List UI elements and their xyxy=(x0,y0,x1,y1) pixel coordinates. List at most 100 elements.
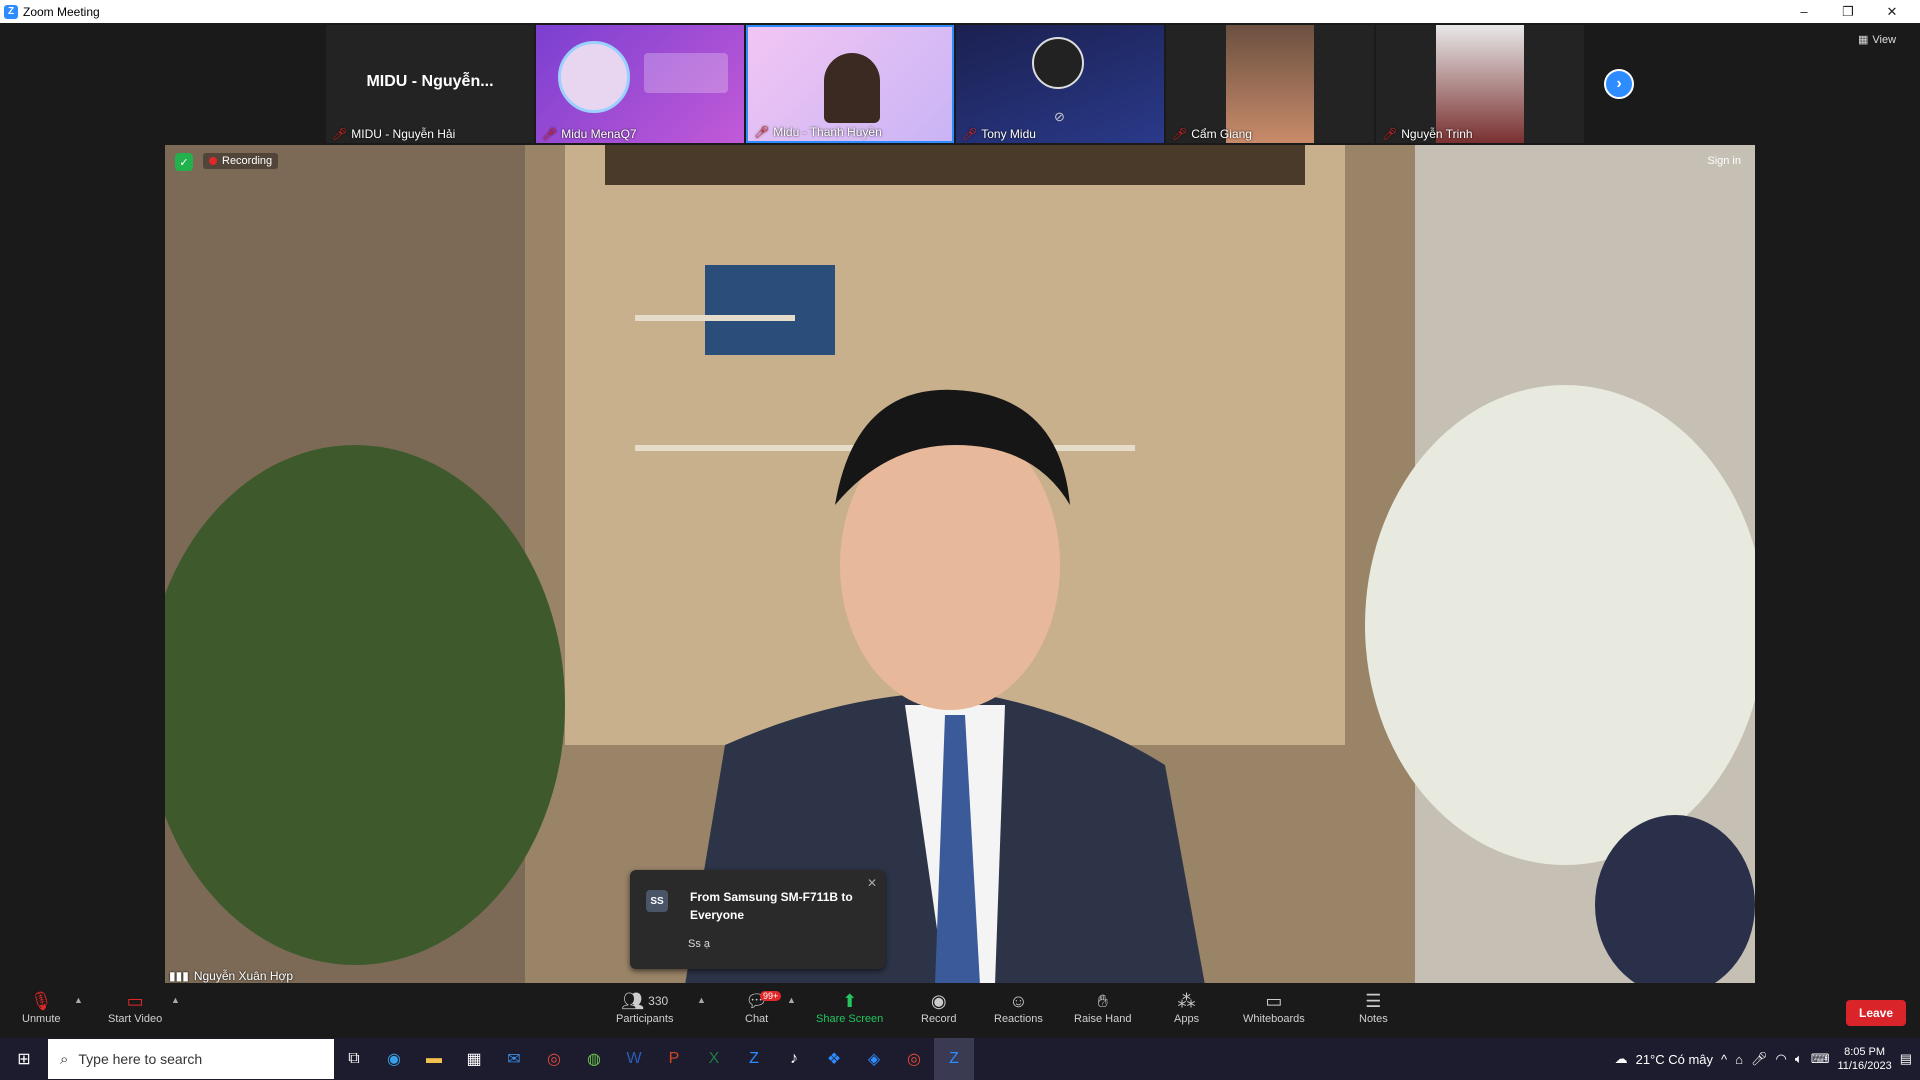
share-screen-button[interactable]: ⬆ Share Screen xyxy=(816,989,884,1026)
windows-taskbar: ⊞ ⌕ Type here to search ⧉ ◉ ▬ ▦ ✉ ◎ ◍ W P… xyxy=(0,1038,1920,1080)
zoom-taskbar-icon[interactable]: Z xyxy=(934,1038,974,1080)
system-tray: ☁ 21°C Có mây ^ ⌂ 🎤︎ ◠ 🔈︎ ⌨ 8:05 PM 11/1… xyxy=(1615,1038,1920,1080)
video-options-caret-icon[interactable]: ▲ xyxy=(171,995,180,1005)
video-off-icon: ⊘ xyxy=(1054,109,1065,124)
participants-row: 👥︎ 330 xyxy=(621,989,668,1013)
powerpoint-icon[interactable]: P xyxy=(654,1038,694,1080)
participant-tile-active[interactable]: 🎤︎ Midu - Thanh Huyền xyxy=(746,25,954,143)
hand-icon: ✋︎ xyxy=(1097,990,1108,1011)
muted-mic-icon: 🎙︎ xyxy=(29,990,53,1011)
whiteboard-icon: ▭ xyxy=(1265,990,1283,1011)
taskbar-clock[interactable]: 8:05 PM 11/16/2023 xyxy=(1837,1045,1891,1073)
signal-strength-icon: ▮▮▮ xyxy=(169,969,189,983)
zalo-icon[interactable]: Z xyxy=(734,1038,774,1080)
speaker-name-row: ▮▮▮ Nguyễn Xuân Hợp xyxy=(169,969,293,983)
participant-tile[interactable]: 🎤︎ Cẩm Giang xyxy=(1166,25,1374,143)
smiley-icon: ☺ xyxy=(1009,990,1028,1011)
participant-name: MIDU - Nguyễn Hải xyxy=(351,127,456,141)
record-label: Record xyxy=(921,1013,957,1025)
task-view-icon[interactable]: ⧉ xyxy=(334,1038,374,1080)
people-icon: 👥︎ xyxy=(621,990,645,1011)
sign-in-link[interactable]: Sign in xyxy=(1707,155,1741,167)
raise-hand-label: Raise Hand xyxy=(1074,1013,1132,1025)
dropbox-icon[interactable]: ❖ xyxy=(814,1038,854,1080)
participant-avatar-image xyxy=(558,41,630,113)
participants-caret-icon[interactable]: ▲ xyxy=(697,995,706,1005)
store-icon[interactable]: ▦ xyxy=(454,1038,494,1080)
obs-logo-icon xyxy=(1032,37,1084,89)
participant-video-image xyxy=(1226,25,1314,143)
raise-hand-button[interactable]: ✋︎ Raise Hand xyxy=(1074,989,1132,1026)
notifications-icon[interactable]: ▤ xyxy=(1900,1051,1912,1067)
participant-tile[interactable]: 🎤︎ Midu MenaQ7 xyxy=(536,25,744,143)
word-icon[interactable]: W xyxy=(614,1038,654,1080)
participant-video-image xyxy=(1436,25,1524,143)
reactions-label: Reactions xyxy=(994,1013,1043,1025)
start-video-label: Start Video xyxy=(108,1013,163,1025)
view-button[interactable]: ▦ View xyxy=(1858,33,1897,47)
sender-avatar: SS xyxy=(646,890,668,912)
audio-options-caret-icon[interactable]: ▲ xyxy=(74,995,83,1005)
participant-name: Cẩm Giang xyxy=(1191,127,1252,141)
participants-count: 330 xyxy=(648,994,669,1008)
app-blue-icon[interactable]: ◈ xyxy=(854,1038,894,1080)
participant-name-row: 🎤︎ Midu MenaQ7 xyxy=(542,127,637,141)
participant-name-row: 🎤︎ Midu - Thanh Huyền xyxy=(754,125,882,139)
window-title-bar: Z Zoom Meeting – ❐ ✕ xyxy=(0,0,1920,23)
edge-browser-icon[interactable]: ◉ xyxy=(374,1038,414,1080)
participant-tile[interactable]: MIDU - Nguyễn... 🎤︎ MIDU - Nguyễn Hải xyxy=(326,25,534,143)
windows-start-icon[interactable]: ⊞ xyxy=(0,1038,48,1080)
taskbar-search-box[interactable]: ⌕ Type here to search xyxy=(48,1039,334,1079)
chrome-icon[interactable]: ◎ xyxy=(894,1038,934,1080)
unmute-button[interactable]: 🎙︎ Unmute xyxy=(22,989,61,1026)
recording-indicator[interactable]: Recording xyxy=(203,153,279,169)
wifi-icon[interactable]: ◠ xyxy=(1776,1051,1787,1067)
reactions-button[interactable]: ☺ Reactions xyxy=(994,989,1043,1026)
participant-tile[interactable]: ⊘ 🎤︎ Tony Midu xyxy=(956,25,1164,143)
chat-caret-icon[interactable]: ▲ xyxy=(787,995,796,1005)
leave-button[interactable]: Leave xyxy=(1846,1000,1906,1026)
share-screen-label: Share Screen xyxy=(816,1013,884,1025)
share-screen-icon: ⬆ xyxy=(842,990,858,1011)
encryption-shield-icon[interactable]: ✓ xyxy=(175,153,193,171)
muted-mic-icon: 🎤︎ xyxy=(1172,127,1188,141)
participant-tile[interactable]: 🎤︎ Nguyễn Trinh xyxy=(1376,25,1584,143)
mail-icon[interactable]: ✉ xyxy=(494,1038,534,1080)
whiteboards-button[interactable]: ▭ Whiteboards xyxy=(1243,989,1305,1026)
participants-button[interactable]: 👥︎ 330 Participants xyxy=(616,989,673,1026)
chrome-icon[interactable]: ◎ xyxy=(534,1038,574,1080)
next-page-chevron-icon[interactable]: › xyxy=(1604,69,1634,99)
video-off-icon: ▭ xyxy=(126,990,144,1011)
keyboard-icon[interactable]: ⌨ xyxy=(1811,1051,1830,1067)
microphone-icon[interactable]: 🎤︎ xyxy=(1751,1051,1768,1067)
clock-date: 11/16/2023 xyxy=(1837,1060,1892,1072)
speaker-name: Nguyễn Xuân Hợp xyxy=(193,969,294,983)
participant-name-row: 🎤︎ Nguyễn Trinh xyxy=(1382,127,1473,141)
participant-video-image xyxy=(824,53,880,123)
view-label: View xyxy=(1872,33,1897,46)
notes-button[interactable]: ☰ Notes xyxy=(1359,989,1388,1026)
file-explorer-icon[interactable]: ▬ xyxy=(414,1038,454,1080)
minimize-button[interactable]: – xyxy=(1782,0,1826,23)
close-icon[interactable]: ✕ xyxy=(867,876,877,890)
apps-button[interactable]: ⁂ Apps xyxy=(1174,989,1199,1026)
volume-icon[interactable]: 🔈︎ xyxy=(1795,1051,1803,1067)
weather-text[interactable]: 21°C Có mây xyxy=(1636,1052,1713,1067)
record-button[interactable]: ◉ Record xyxy=(921,989,957,1026)
tiktok-icon[interactable]: ♪ xyxy=(774,1038,814,1080)
record-icon: ◉ xyxy=(930,990,947,1011)
excel-icon[interactable]: X xyxy=(694,1038,734,1080)
start-video-button[interactable]: ▭ Start Video xyxy=(108,989,163,1026)
show-hidden-icons-chevron-icon[interactable]: ^ xyxy=(1721,1052,1727,1067)
notes-label: Notes xyxy=(1359,1013,1388,1025)
meeting-stage: MIDU - Nguyễn... 🎤︎ MIDU - Nguyễn Hải 🎤︎ M… xyxy=(0,23,1920,985)
close-button[interactable]: ✕ xyxy=(1870,0,1914,23)
app-green-icon[interactable]: ◍ xyxy=(574,1038,614,1080)
active-speaker-video: ✓ Recording Sign in ▮▮▮ Nguyễn Xuân Hợp xyxy=(165,145,1755,985)
chat-notification-popup[interactable]: SS From Samsung SM-F711B to Everyone Ss … xyxy=(630,870,885,969)
grid-icon: ▦ xyxy=(1858,34,1869,46)
restore-button[interactable]: ❐ xyxy=(1826,0,1870,23)
participant-name: Midu - Thanh Huyền xyxy=(773,125,882,139)
network-icon[interactable]: ⌂ xyxy=(1735,1052,1743,1067)
notes-icon: ☰ xyxy=(1365,990,1382,1011)
